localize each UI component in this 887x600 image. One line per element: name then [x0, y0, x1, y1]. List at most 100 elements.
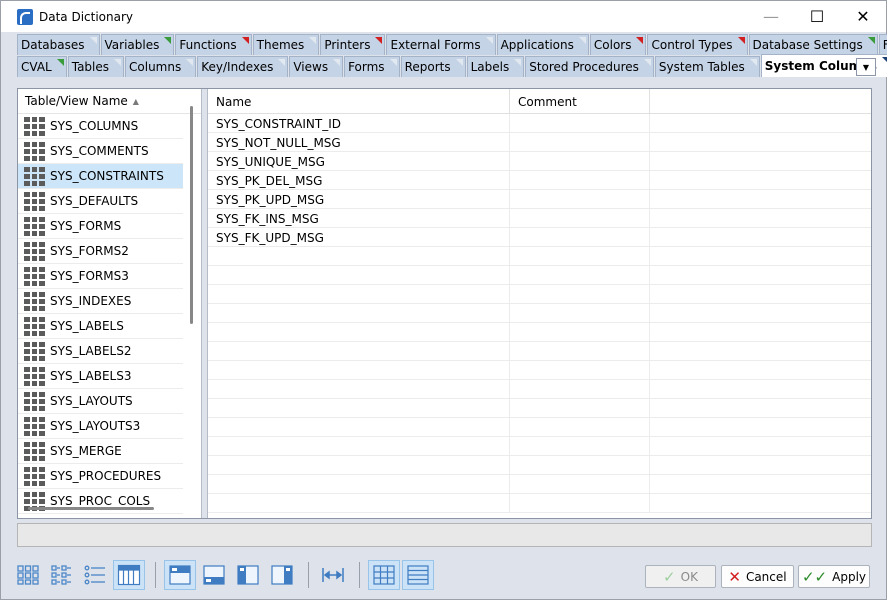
details-view-button[interactable]: [113, 560, 145, 590]
tab-flag-icon: [643, 59, 651, 66]
tab-flag-icon: [164, 37, 172, 44]
list-item[interactable]: SYS_MERGE: [18, 439, 183, 464]
tab-flag-icon: [389, 59, 397, 66]
list-item[interactable]: SYS_LABELS: [18, 314, 183, 339]
list-item[interactable]: SYS_COLUMNS: [18, 114, 183, 139]
tab-files[interactable]: Files: [878, 34, 887, 55]
fit-width-button[interactable]: [317, 560, 349, 590]
cell-name: SYS_NOT_NULL_MSG: [208, 133, 510, 152]
tab-flag-icon: [737, 37, 745, 44]
table-row[interactable]: SYS_UNIQUE_MSG: [208, 152, 871, 171]
pane-splitter[interactable]: [201, 89, 208, 518]
minimize-button[interactable]: —: [748, 1, 794, 32]
table-row[interactable]: SYS_PK_DEL_MSG: [208, 171, 871, 190]
layout-bottom-button[interactable]: [198, 560, 230, 590]
cell-comment: [510, 152, 650, 171]
ok-button[interactable]: ✓ OK: [645, 565, 716, 588]
list-item[interactable]: SYS_LAYOUTS3: [18, 414, 183, 439]
tab-applications[interactable]: Applications: [496, 34, 589, 55]
tab-functions[interactable]: Functions: [175, 34, 252, 55]
table-row[interactable]: SYS_FK_INS_MSG: [208, 209, 871, 228]
table-row[interactable]: SYS_CONSTRAINT_ID: [208, 114, 871, 133]
table-row[interactable]: [208, 266, 871, 285]
tab-reports[interactable]: Reports: [400, 56, 466, 77]
tab-themes[interactable]: Themes: [252, 34, 320, 55]
tab-control-types[interactable]: Control Types: [647, 34, 748, 55]
table-icon: [24, 391, 45, 411]
large-icons-view-button[interactable]: [12, 560, 44, 590]
tab-external-forms[interactable]: External Forms: [386, 34, 496, 55]
tab-cval[interactable]: CVAL: [17, 56, 67, 77]
row-lines-button[interactable]: [402, 560, 434, 590]
list-item[interactable]: SYS_FORMS3: [18, 264, 183, 289]
column-header-name[interactable]: Name: [208, 89, 510, 114]
table-row[interactable]: SYS_PK_UPD_MSG: [208, 190, 871, 209]
layout-left-button[interactable]: [232, 560, 264, 590]
tab-databases[interactable]: Databases: [17, 34, 100, 55]
table-icon: [24, 291, 45, 311]
table-row[interactable]: [208, 380, 871, 399]
table-row[interactable]: [208, 437, 871, 456]
list-item[interactable]: SYS_PROC_COLS: [18, 489, 183, 514]
table-row[interactable]: [208, 456, 871, 475]
close-button[interactable]: ✕: [840, 1, 886, 32]
table-row[interactable]: [208, 494, 871, 513]
list-item[interactable]: SYS_DEFAULTS: [18, 189, 183, 214]
column-header-comment[interactable]: Comment: [510, 89, 650, 114]
grid-lines-button[interactable]: [368, 560, 400, 590]
list-item[interactable]: SYS_LAYOUTS: [18, 389, 183, 414]
table-icon: [24, 216, 45, 236]
list-item[interactable]: SYS_COMMENTS: [18, 139, 183, 164]
list-item[interactable]: SYS_LABELS2: [18, 339, 183, 364]
table-row[interactable]: [208, 323, 871, 342]
large-icons-icon: [17, 565, 39, 585]
tab-stored-procedures[interactable]: Stored Procedures: [525, 56, 654, 77]
table-row[interactable]: [208, 475, 871, 494]
title-bar: Data Dictionary — ☐ ✕: [1, 1, 886, 32]
table-row[interactable]: [208, 304, 871, 323]
layout-right-button[interactable]: [266, 560, 298, 590]
tab-system-tables[interactable]: System Tables: [654, 56, 760, 77]
tab-columns[interactable]: Columns: [125, 56, 197, 77]
table-row[interactable]: [208, 247, 871, 266]
list-item[interactable]: SYS_INDEXES: [18, 289, 183, 314]
cell-comment: [510, 285, 650, 304]
table-row[interactable]: [208, 361, 871, 380]
tab-flag-icon: [455, 59, 463, 66]
cell-comment: [510, 475, 650, 494]
tab-labels[interactable]: Labels: [466, 56, 525, 77]
tab-overflow-dropdown[interactable]: ▼: [856, 58, 876, 76]
table-row[interactable]: [208, 285, 871, 304]
tab-forms[interactable]: Forms: [344, 56, 400, 77]
tab-colors[interactable]: Colors: [589, 34, 647, 55]
cancel-button[interactable]: ✕ Cancel: [721, 565, 794, 588]
tab-key-indexes[interactable]: Key/Indexes: [197, 56, 289, 77]
table-row[interactable]: [208, 342, 871, 361]
maximize-button[interactable]: ☐: [794, 1, 840, 32]
tab-printers[interactable]: Printers: [320, 34, 386, 55]
small-icons-view-button[interactable]: [45, 560, 77, 590]
apply-button[interactable]: ✓✓ Apply: [798, 565, 870, 588]
status-bar: [17, 523, 872, 547]
list-item[interactable]: SYS_FORMS: [18, 214, 183, 239]
horizontal-scrollbar[interactable]: [28, 507, 154, 510]
tab-tables[interactable]: Tables: [67, 56, 125, 77]
list-view-button[interactable]: [79, 560, 111, 590]
vertical-scrollbar[interactable]: [190, 106, 193, 324]
table-row[interactable]: SYS_NOT_NULL_MSG: [208, 133, 871, 152]
list-item[interactable]: SYS_CONSTRAINTS: [18, 164, 183, 189]
table-icon: [24, 266, 45, 286]
layout-top-button[interactable]: [164, 560, 196, 590]
list-item[interactable]: SYS_PROCEDURES: [18, 464, 183, 489]
table-icon: [24, 341, 45, 361]
tab-views[interactable]: Views: [289, 56, 344, 77]
tab-database-settings[interactable]: Database Settings: [748, 34, 878, 55]
list-item[interactable]: SYS_LABELS3: [18, 364, 183, 389]
tab-variables[interactable]: Variables: [100, 34, 175, 55]
table-list-header[interactable]: Table/View Name ▲: [18, 89, 201, 114]
list-item[interactable]: SYS_FORMS2: [18, 239, 183, 264]
table-row[interactable]: SYS_FK_UPD_MSG: [208, 228, 871, 247]
table-row[interactable]: [208, 399, 871, 418]
table-row[interactable]: [208, 418, 871, 437]
bottom-toolbar: ✓ OK ✕ Cancel ✓✓ Apply: [1, 557, 886, 595]
